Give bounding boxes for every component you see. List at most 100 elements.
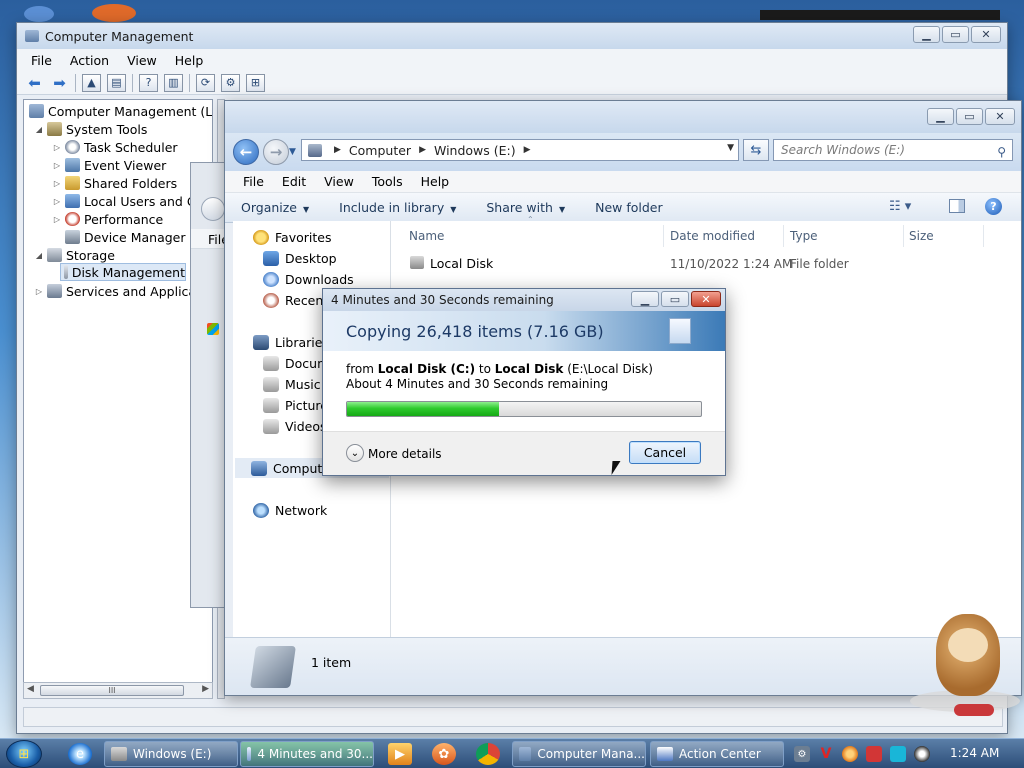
- internet-explorer-icon[interactable]: e: [68, 743, 92, 765]
- breadcrumb-arrow-icon[interactable]: ▶: [334, 145, 341, 155]
- forward-arrow-icon[interactable]: ➡: [50, 74, 69, 92]
- chrome-icon[interactable]: [476, 743, 500, 765]
- close-button[interactable]: ✕: [971, 26, 1001, 43]
- tray-monitor-icon[interactable]: [890, 746, 906, 762]
- close-button[interactable]: ✕: [985, 108, 1015, 125]
- breadcrumb-computer[interactable]: Computer: [349, 143, 411, 158]
- tree-item-local-users[interactable]: ▷ Local Users and Gro: [52, 192, 209, 210]
- start-button[interactable]: ⊞: [6, 740, 42, 768]
- tray-flag-icon[interactable]: [866, 746, 882, 762]
- ex-menu-view[interactable]: View: [324, 174, 354, 189]
- cm-titlebar[interactable]: Computer Management ▁ ▭ ✕: [17, 23, 1007, 49]
- refresh-icon[interactable]: ⟳: [196, 73, 215, 92]
- collapsed-triangle-icon[interactable]: ▷: [52, 161, 62, 170]
- cancel-button[interactable]: Cancel: [629, 441, 701, 464]
- nav-network[interactable]: Network: [253, 500, 327, 520]
- tree-item-shared-folders[interactable]: ▷ Shared Folders: [52, 174, 177, 192]
- include-in-library-button[interactable]: Include in library ▼: [339, 200, 456, 215]
- column-header-name[interactable]: Name: [409, 229, 444, 243]
- search-icon[interactable]: ⚲: [997, 142, 1006, 162]
- column-divider[interactable]: [903, 225, 904, 247]
- cm-menu-view[interactable]: View: [127, 53, 157, 68]
- column-divider[interactable]: [783, 225, 784, 247]
- taskbar-item-windows-e[interactable]: Windows (E:): [104, 741, 238, 767]
- new-folder-button[interactable]: New folder: [595, 200, 663, 215]
- chevron-down-icon[interactable]: ⌄: [346, 444, 364, 462]
- table-row[interactable]: Local Disk 11/10/2022 1:24 AM File folde…: [391, 249, 1021, 273]
- column-divider[interactable]: [663, 225, 664, 247]
- nav-favorites[interactable]: Favorites: [253, 227, 331, 247]
- collapsed-triangle-icon[interactable]: ▷: [52, 197, 62, 206]
- tree-item-device-manager[interactable]: Device Manager: [62, 228, 186, 246]
- search-input[interactable]: Search Windows (E:) ⚲: [773, 139, 1013, 161]
- nav-desktop[interactable]: Desktop: [263, 248, 337, 268]
- preview-pane-icon[interactable]: [949, 199, 965, 213]
- maximize-button[interactable]: ▭: [661, 291, 689, 307]
- maximize-button[interactable]: ▭: [956, 108, 983, 125]
- collapsed-triangle-icon[interactable]: ▷: [52, 179, 62, 188]
- minimize-button[interactable]: ▁: [927, 108, 954, 125]
- column-header-type[interactable]: Type: [790, 229, 818, 243]
- collapsed-triangle-icon[interactable]: ▷: [34, 287, 44, 296]
- refresh-button[interactable]: ⇆: [743, 139, 769, 161]
- column-header-size[interactable]: Size: [909, 229, 934, 243]
- nav-documents[interactable]: Docum: [263, 353, 329, 373]
- tree-item-storage[interactable]: ◢ Storage: [34, 246, 115, 264]
- breadcrumb-arrow-icon[interactable]: ▶: [524, 145, 531, 155]
- collapsed-triangle-icon[interactable]: ▷: [52, 215, 62, 224]
- cm-menu-action[interactable]: Action: [70, 53, 109, 68]
- tree-item-services-applications[interactable]: ▷ Services and Application: [34, 282, 212, 300]
- maximize-button[interactable]: ▭: [942, 26, 969, 43]
- close-button[interactable]: ✕: [691, 291, 721, 307]
- back-button-ghost[interactable]: [201, 197, 225, 221]
- nav-videos[interactable]: Videos: [263, 416, 327, 436]
- export-list-icon[interactable]: ⊞: [246, 73, 265, 92]
- expanded-triangle-icon[interactable]: ◢: [34, 251, 44, 260]
- ex-menu-tools[interactable]: Tools: [372, 174, 403, 189]
- expanded-triangle-icon[interactable]: ◢: [34, 125, 44, 134]
- tree-item-performance[interactable]: ▷ Performance: [52, 210, 163, 228]
- up-folder-icon[interactable]: ▲: [82, 73, 101, 92]
- action-pane-icon[interactable]: ▥: [164, 73, 183, 92]
- breadcrumb-arrow-icon[interactable]: ▶: [419, 145, 426, 155]
- media-player-icon[interactable]: ▶: [388, 743, 412, 765]
- tree-horizontal-scrollbar[interactable]: ◀ III ▶: [23, 682, 213, 699]
- column-divider[interactable]: [983, 225, 984, 247]
- nav-libraries[interactable]: Libraries: [253, 332, 329, 352]
- ex-menu-edit[interactable]: Edit: [282, 174, 306, 189]
- paint-icon[interactable]: ✿: [432, 743, 456, 765]
- minimize-button[interactable]: ▁: [913, 26, 940, 43]
- minimize-button[interactable]: ▁: [631, 291, 659, 307]
- back-arrow-icon[interactable]: ⬅: [25, 74, 44, 92]
- copy-dialog-titlebar[interactable]: 4 Minutes and 30 Seconds remaining ▁ ▭ ✕: [323, 289, 725, 311]
- breadcrumb-windows-e[interactable]: Windows (E:): [434, 143, 516, 158]
- tray-volume-icon[interactable]: [914, 746, 930, 762]
- tray-settings-icon[interactable]: ⚙: [794, 746, 810, 762]
- taskbar-item-action-center[interactable]: Action Center: [650, 741, 784, 767]
- column-header-date-modified[interactable]: Date modified: [670, 229, 755, 243]
- cm-menu-file[interactable]: File: [31, 53, 52, 68]
- help-icon[interactable]: ?: [985, 198, 1002, 215]
- help-icon[interactable]: ?: [139, 73, 158, 92]
- nav-downloads[interactable]: Downloads: [263, 269, 354, 289]
- recent-pages-chevron-icon[interactable]: ▼: [289, 147, 296, 157]
- ex-menu-file[interactable]: File: [243, 174, 264, 189]
- source-link[interactable]: Local Disk (C:): [378, 362, 475, 376]
- explorer-titlebar[interactable]: ▁ ▭ ✕: [225, 101, 1021, 133]
- address-dropdown-icon[interactable]: ▼: [727, 143, 734, 153]
- more-details-toggle[interactable]: More details: [368, 447, 442, 461]
- destination-link[interactable]: Local Disk: [495, 362, 564, 376]
- cm-menu-help[interactable]: Help: [175, 53, 204, 68]
- tree-item-computer-management[interactable]: Computer Management (Local: [26, 102, 212, 120]
- share-with-button[interactable]: Share with ▼: [486, 200, 565, 215]
- tray-antivirus-icon[interactable]: V: [818, 746, 834, 762]
- nav-pictures[interactable]: Picture: [263, 395, 328, 415]
- tree-item-system-tools[interactable]: ◢ System Tools: [34, 120, 147, 138]
- nav-recent[interactable]: Recent: [263, 290, 328, 310]
- tray-search-icon[interactable]: [842, 746, 858, 762]
- scroll-left-icon[interactable]: ◀: [27, 684, 34, 694]
- nav-music[interactable]: Music: [263, 374, 321, 394]
- tree-item-task-scheduler[interactable]: ▷ Task Scheduler: [52, 138, 178, 156]
- taskbar-item-computer-management[interactable]: Computer Mana...: [512, 741, 646, 767]
- collapsed-triangle-icon[interactable]: ▷: [52, 143, 62, 152]
